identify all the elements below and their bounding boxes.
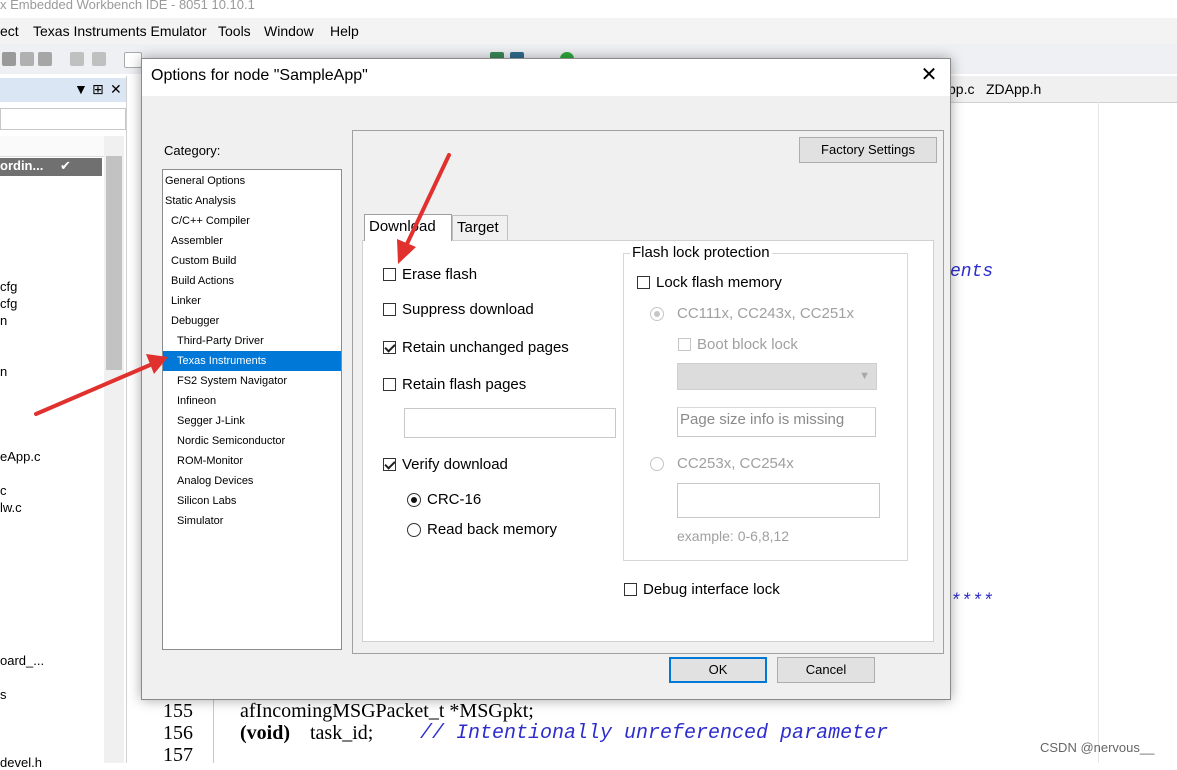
annotation-arrow-shaft xyxy=(34,363,152,416)
annotation-arrow-shaft xyxy=(404,153,451,248)
annotation-arrows xyxy=(34,153,451,416)
